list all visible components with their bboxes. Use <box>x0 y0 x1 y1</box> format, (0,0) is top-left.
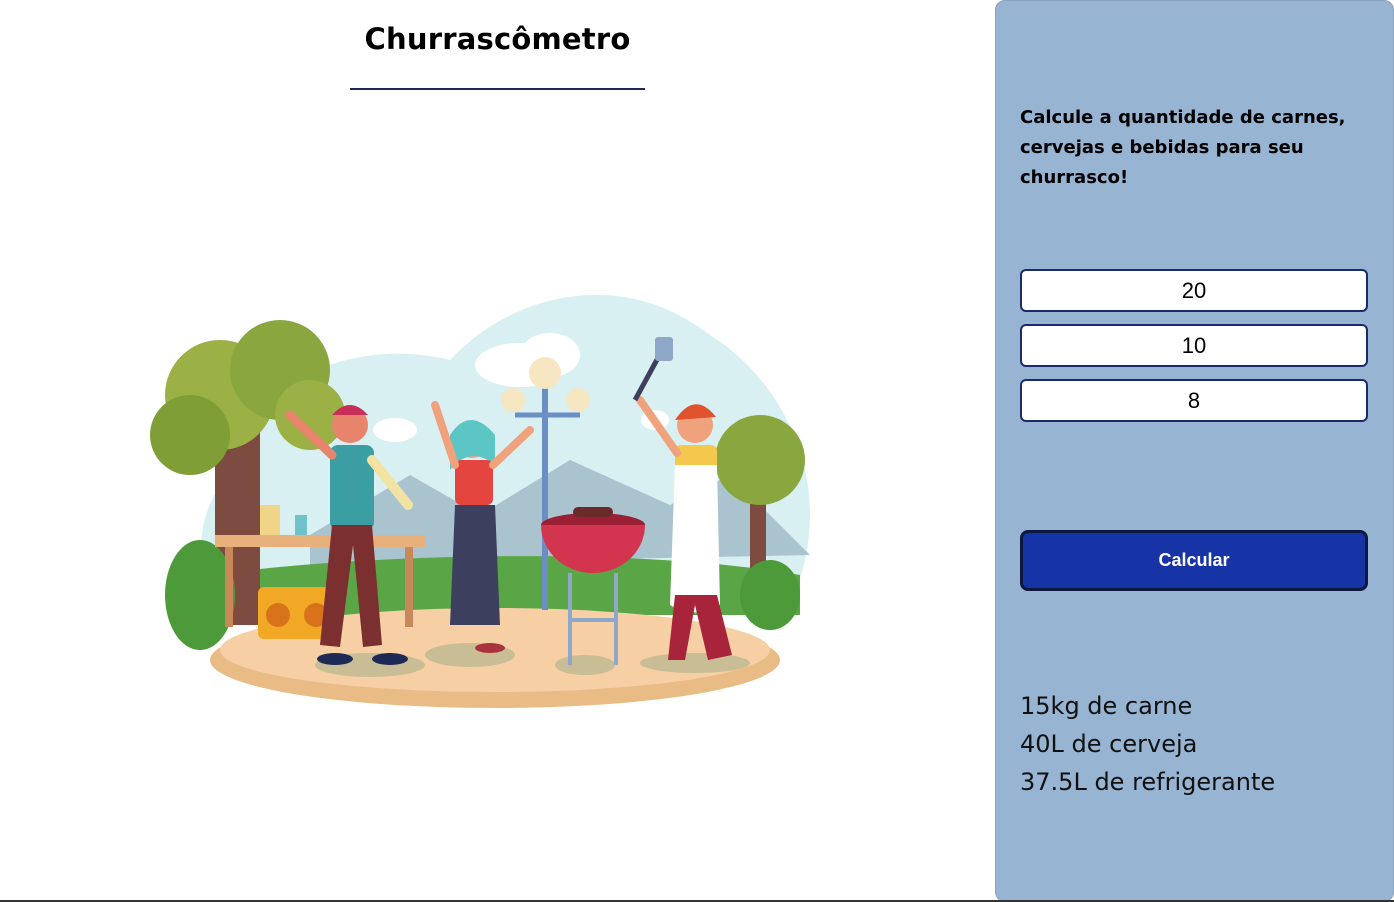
results-list: 15kg de carne 40L de cerveja 37.5L de re… <box>1020 687 1275 801</box>
calculator-panel: Calcule a quantidade de carnes, cervejas… <box>995 0 1394 902</box>
result-meat: 15kg de carne <box>1020 692 1193 720</box>
page-title: Churrascômetro <box>364 22 631 56</box>
result-beer: 40L de cerveja <box>1020 730 1198 758</box>
main-area: Churrascômetro <box>0 0 995 902</box>
result-soda: 37.5L de refrigerante <box>1020 768 1276 796</box>
adults-input[interactable] <box>1020 269 1368 312</box>
children-input[interactable] <box>1020 324 1368 367</box>
panel-intro-text: Calcule a quantidade de carnes, cervejas… <box>1020 107 1346 188</box>
title-underline <box>350 88 645 90</box>
calculate-button[interactable]: Calcular <box>1020 530 1368 591</box>
duration-input[interactable] <box>1020 379 1368 422</box>
barbecue-party-illustration <box>150 294 811 708</box>
